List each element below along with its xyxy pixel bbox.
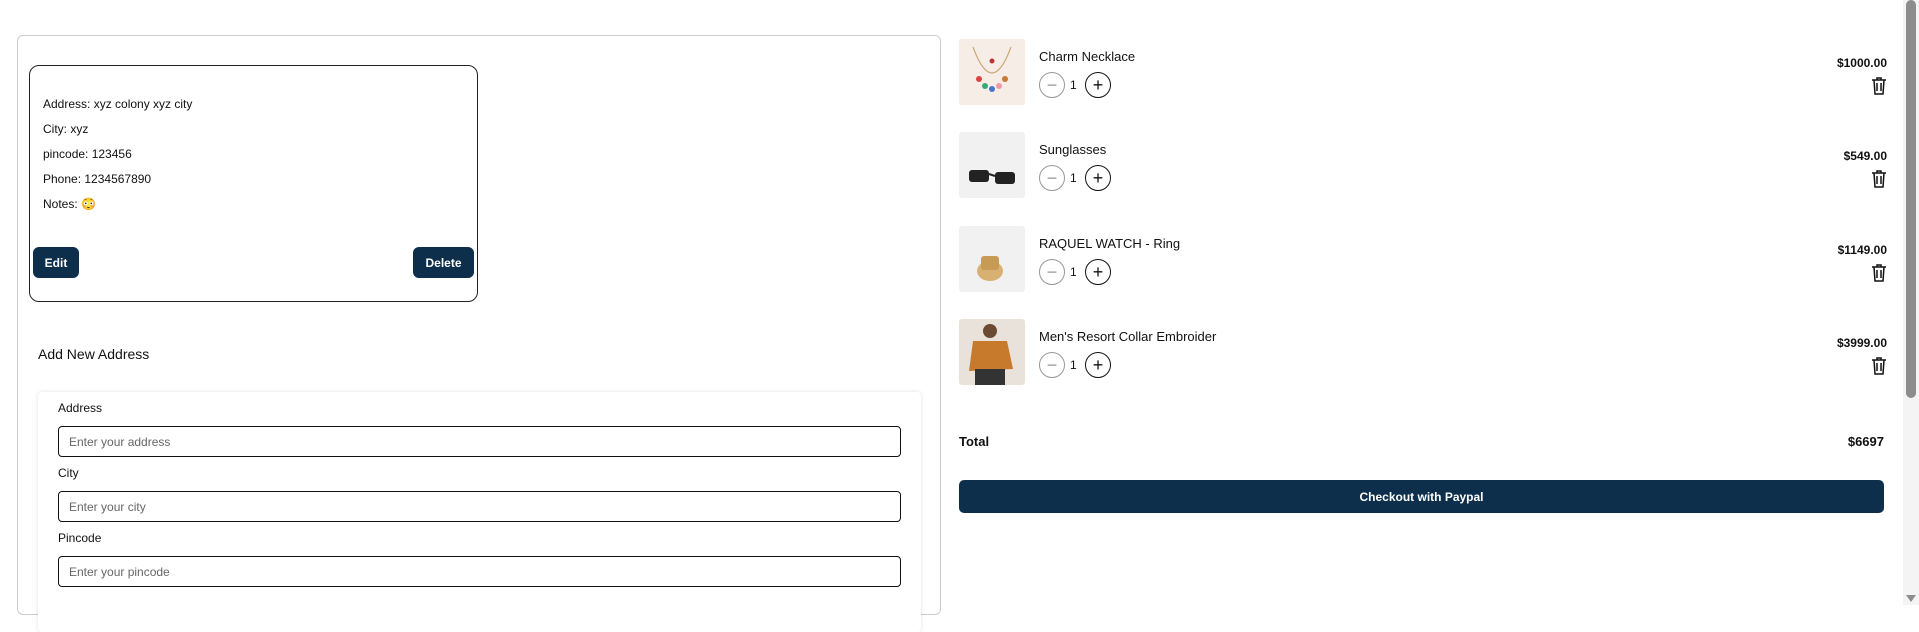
plus-icon: +: [1092, 168, 1104, 188]
cart-item: Sunglasses − 1 + $549.00: [959, 132, 1887, 200]
increase-quantity-button[interactable]: +: [1085, 352, 1111, 378]
total-value: $6697: [1847, 434, 1884, 449]
plus-icon: +: [1092, 355, 1104, 375]
trash-icon[interactable]: [1871, 77, 1887, 95]
item-name: RAQUEL WATCH - Ring: [1039, 236, 1181, 251]
phone-line: Phone: 1234567890: [43, 172, 152, 186]
minus-icon: −: [1046, 168, 1058, 188]
address-form: Address City Pincode: [38, 392, 921, 632]
scroll-down-arrow-icon[interactable]: [1906, 595, 1916, 602]
address-panel: Address: xyz colony xyz city City: xyz p…: [17, 35, 941, 632]
edit-address-button[interactable]: Edit: [33, 247, 79, 278]
decrease-quantity-button[interactable]: −: [1039, 72, 1065, 98]
pincode-label: Pincode: [58, 531, 102, 545]
address-label: Address: [58, 401, 103, 415]
item-name: Men's Resort Collar Embroider: [1039, 329, 1217, 344]
minus-icon: −: [1046, 355, 1058, 375]
item-price: $1000.00: [1836, 56, 1887, 70]
ring-image: [959, 226, 1025, 292]
address-line: Address: xyz colony xyz city: [43, 97, 193, 111]
increase-quantity-button[interactable]: +: [1085, 259, 1111, 285]
city-label: City: [58, 466, 79, 480]
decrease-quantity-button[interactable]: −: [1039, 352, 1065, 378]
item-price: $549.00: [1843, 149, 1887, 163]
saved-address-card: Address: xyz colony xyz city City: xyz p…: [29, 65, 478, 302]
city-line: City: xyz: [43, 122, 89, 136]
increase-quantity-button[interactable]: +: [1085, 165, 1111, 191]
trash-icon[interactable]: [1871, 170, 1887, 188]
item-quantity: 1: [1070, 171, 1077, 185]
plus-icon: +: [1092, 75, 1104, 95]
cart-item: Men's Resort Collar Embroider − 1 + $399…: [959, 319, 1887, 387]
pincode-input[interactable]: [58, 556, 901, 587]
city-input[interactable]: [58, 491, 901, 522]
scrollbar-thumb[interactable]: [1906, 0, 1916, 398]
address-input[interactable]: [58, 426, 901, 457]
trash-icon[interactable]: [1871, 264, 1887, 282]
checkout-paypal-button[interactable]: Checkout with Paypal: [959, 480, 1884, 513]
item-quantity: 1: [1070, 265, 1077, 279]
add-address-title: Add New Address: [38, 346, 150, 362]
total-label: Total: [959, 434, 990, 449]
item-name: Sunglasses: [1039, 142, 1107, 157]
item-quantity: 1: [1070, 78, 1077, 92]
item-name: Charm Necklace: [1039, 49, 1136, 64]
necklace-image: [959, 39, 1025, 105]
sunglasses-image: [959, 132, 1025, 198]
minus-icon: −: [1046, 262, 1058, 282]
cart-item: Charm Necklace − 1 + $1000.00: [959, 39, 1887, 107]
increase-quantity-button[interactable]: +: [1085, 72, 1111, 98]
item-quantity: 1: [1070, 358, 1077, 372]
page-scrollbar[interactable]: [1903, 0, 1919, 605]
decrease-quantity-button[interactable]: −: [1039, 259, 1065, 285]
item-price: $3999.00: [1836, 336, 1887, 350]
cart-item: RAQUEL WATCH - Ring − 1 + $1149.00: [959, 226, 1887, 294]
notes-line: Notes: 😳: [43, 197, 96, 211]
shirt-image: [959, 319, 1025, 385]
item-price: $1149.00: [1837, 243, 1887, 257]
trash-icon[interactable]: [1871, 357, 1887, 375]
minus-icon: −: [1046, 75, 1058, 95]
pincode-line: pincode: 123456: [43, 147, 132, 161]
decrease-quantity-button[interactable]: −: [1039, 165, 1065, 191]
plus-icon: +: [1092, 262, 1104, 282]
delete-address-button[interactable]: Delete: [413, 247, 474, 278]
